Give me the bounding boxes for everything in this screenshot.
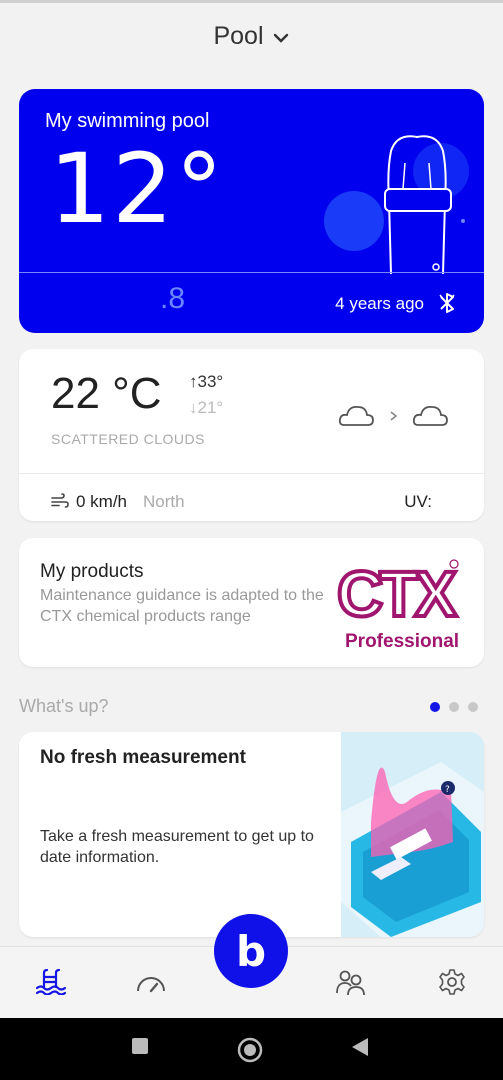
products-description: Maintenance guidance is adapted to the C… (40, 587, 324, 625)
people-icon (336, 970, 365, 996)
pool-name: My swimming pool (45, 110, 210, 132)
back-icon[interactable] (348, 1036, 370, 1058)
tab-pool[interactable] (34, 965, 68, 999)
last-update-text: 4 years ago (335, 294, 424, 313)
pool-summary-card[interactable]: My swimming pool 12° .8 4 years ago (19, 89, 484, 333)
svg-text:?: ? (445, 785, 450, 795)
bluetooth-icon[interactable] (436, 292, 458, 314)
wind-icon (51, 493, 69, 508)
carousel-dot-3[interactable] (468, 702, 478, 712)
pool-selector[interactable]: Pool (0, 14, 503, 58)
brand-b-button[interactable]: b (214, 914, 288, 988)
chevron-down-icon (273, 33, 288, 43)
carousel-pagination[interactable] (430, 702, 478, 712)
news-card[interactable]: No fresh measurement Take a fresh measur… (19, 732, 484, 937)
weather-description: SCATTERED CLOUDS (51, 431, 205, 447)
pool-chart-illustration: ? (341, 732, 484, 937)
tab-community[interactable] (333, 965, 367, 999)
wind-speed: 0 km/h (76, 492, 128, 511)
analyzer-device-illustration (324, 135, 469, 275)
whats-up-heading: What's up? (19, 696, 109, 716)
news-title: No fresh measurement (40, 747, 246, 768)
card-divider (19, 272, 484, 273)
brand-b-icon: b (235, 926, 267, 976)
svg-text:Professional: Professional (345, 631, 459, 652)
tab-settings[interactable] (435, 965, 469, 999)
recents-icon[interactable] (130, 1036, 150, 1056)
carousel-dot-1[interactable] (430, 702, 440, 712)
android-nav-bar (0, 1018, 503, 1080)
news-body: Take a fresh measurement to get up to da… (40, 828, 314, 866)
weather-card[interactable]: 22 °C ↑33° ↓21° SCATTERED CLOUDS 0 km/h … (19, 349, 484, 521)
home-icon[interactable] (236, 1036, 264, 1064)
settings-icon (439, 969, 465, 995)
svg-text:CTX: CTX (337, 558, 457, 630)
air-temperature: 22 °C (51, 369, 162, 418)
page-title: Pool (213, 21, 264, 50)
tab-measurements[interactable] (134, 965, 168, 999)
cloud-forecast-icon (339, 406, 448, 426)
temp-low: ↓21° (189, 398, 224, 417)
uv-index: UV: (404, 492, 432, 511)
wind-direction: North (143, 492, 185, 511)
products-card[interactable]: My products Maintenance guidance is adap… (19, 538, 484, 667)
carousel-dot-2[interactable] (449, 702, 459, 712)
water-temperature: 12° (49, 133, 226, 245)
weather-divider (19, 473, 484, 474)
products-title: My products (40, 561, 144, 582)
water-temperature-decimal: .8 (160, 282, 186, 315)
pool-icon (36, 969, 66, 995)
ctx-professional-logo: CTX Professional (337, 556, 463, 652)
gauge-icon (137, 977, 165, 993)
status-divider (0, 0, 503, 3)
temp-high: ↑33° (189, 372, 224, 391)
